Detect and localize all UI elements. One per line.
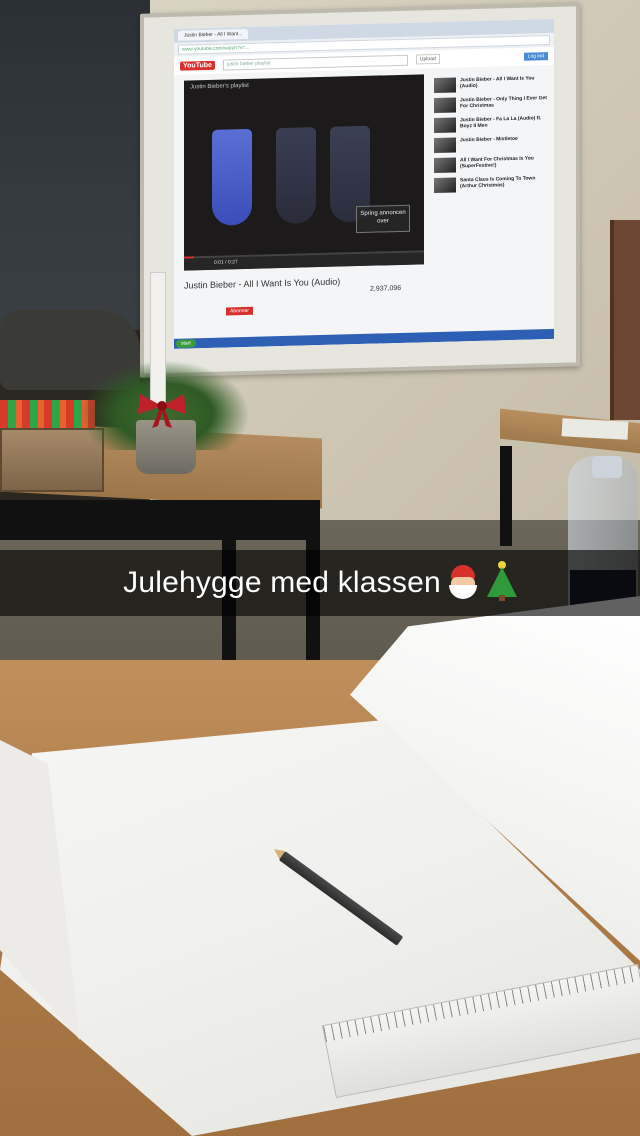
playlist-item-title: Justin Bieber - Mistletoe — [460, 135, 518, 144]
skip-ad-box: Spring annoncen over — [356, 204, 410, 234]
tree-trunk — [498, 595, 505, 601]
red-bow-icon — [138, 394, 186, 428]
video-thumbnail — [434, 137, 456, 154]
playlist-item: Justin Bieber - Fa La La (Audio) ft. Boy… — [434, 115, 552, 134]
playlist-item: All I Want For Christmas Is You (SuperFe… — [434, 155, 552, 174]
tree-body — [486, 567, 517, 597]
playlist-item-title: Justin Bieber - All I Want Is You (Audio… — [460, 75, 535, 90]
blue-dress-figure — [212, 128, 252, 226]
video-thumbnail — [434, 77, 456, 94]
flower-pot — [136, 420, 196, 474]
youtube-logo: YouTube — [180, 60, 215, 71]
playlist-title: Justin Bieber's playlist — [190, 82, 249, 91]
paper-card — [561, 418, 629, 440]
windows-taskbar: start — [174, 328, 554, 349]
video-thumbnail — [434, 117, 456, 134]
browser-tab: Justin Bieber - All I Want... — [178, 28, 249, 41]
bottle-cap — [592, 456, 622, 478]
view-count: 2,937,096 — [370, 284, 402, 293]
dress-figure — [276, 127, 316, 225]
playlist-item-title: Santa Claus Is Coming To Town (Arthur Ch… — [460, 175, 536, 190]
santa-beard — [448, 585, 477, 599]
playlist-item-title: Justin Bieber - Only Thing I Ever Get Fo… — [460, 95, 547, 110]
video-thumbnail — [434, 157, 456, 174]
door — [610, 220, 640, 420]
desk-leg — [500, 446, 512, 546]
christmas-tree-icon — [486, 561, 517, 601]
playlist-item: Santa Claus Is Coming To Town (Arthur Ch… — [434, 175, 552, 194]
playlist-item-title: All I Want For Christmas Is You (SuperFe… — [460, 155, 534, 170]
playlist-item-title: Justin Bieber - Fa La La (Audio) ft. Boy… — [460, 115, 542, 130]
playlist-sidebar: Justin Bieber - All I Want Is You (Audio… — [434, 75, 552, 198]
classroom-photo: Justin Bieber - All I Want... www.youtub… — [0, 0, 640, 1136]
left-desk-frame — [0, 500, 320, 540]
video-thumbnail — [434, 177, 456, 194]
youtube-search-field: justin bieber playlist — [222, 54, 408, 71]
upload-button: Upload — [415, 53, 440, 65]
video-player: Justin Bieber's playlist Spring annoncen… — [184, 74, 424, 271]
santa-face-icon — [445, 565, 481, 601]
playlist-item: Justin Bieber - All I Want Is You (Audio… — [434, 75, 552, 94]
start-button: start — [176, 339, 196, 348]
projector-screen: Justin Bieber - All I Want... www.youtub… — [140, 2, 580, 378]
snap-caption-text: Julehygge med klassen — [123, 566, 441, 599]
video-title: Justin Bieber - All I Want Is You (Audio… — [184, 276, 341, 291]
projected-browser: Justin Bieber - All I Want... www.youtub… — [174, 18, 554, 349]
video-time: 0:01 / 0:27 — [214, 259, 238, 266]
playlist-item: Justin Bieber - Mistletoe — [434, 135, 552, 154]
login-button: Log ind — [523, 52, 548, 61]
playlist-item: Justin Bieber - Only Thing I Ever Get Fo… — [434, 95, 552, 114]
advent-candle — [150, 272, 166, 408]
video-thumbnail — [434, 97, 456, 114]
snap-caption-bar[interactable]: Julehygge med klassen — [0, 550, 640, 616]
subscribe-button: Abonner — [226, 306, 253, 316]
